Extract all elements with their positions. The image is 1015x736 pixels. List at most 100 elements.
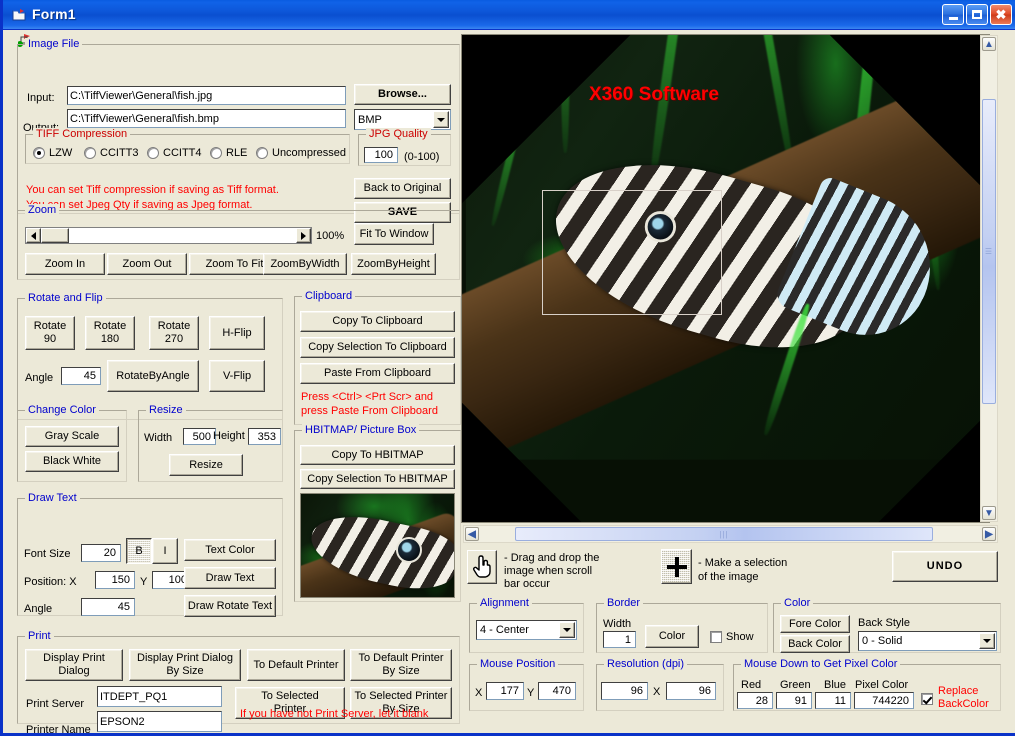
mouse-x-field[interactable]	[486, 682, 524, 700]
draw-rotate-text-button[interactable]: Draw Rotate Text	[184, 595, 276, 617]
copy-to-clipboard-button[interactable]: Copy To Clipboard	[300, 311, 455, 332]
back-color-button[interactable]: Back Color	[780, 635, 850, 653]
radio-lzw[interactable]: LZW	[33, 147, 72, 159]
rotate-270-label-1: Rotate	[158, 320, 190, 333]
rotate-by-angle-button[interactable]: RotateByAngle	[107, 360, 199, 392]
zoom-by-width-button[interactable]: ZoomByWidth	[263, 253, 347, 275]
radio-ccitt4[interactable]: CCITT4	[147, 147, 202, 159]
resize-height-field[interactable]	[248, 428, 281, 445]
zoom-by-height-button[interactable]: ZoomByHeight	[351, 253, 436, 275]
draw-text-button[interactable]: Draw Text	[184, 567, 276, 589]
resize-button[interactable]: Resize	[169, 454, 243, 476]
blue-label: Blue	[824, 679, 846, 691]
hand-cursor-sample	[467, 550, 497, 584]
zoom-slider-right-button[interactable]	[296, 228, 311, 243]
undo-button[interactable]: UNDO	[892, 551, 998, 582]
h-flip-button[interactable]: H-Flip	[209, 316, 265, 350]
resize-width-field[interactable]	[183, 428, 216, 445]
chevron-down-icon[interactable]	[559, 622, 575, 638]
browse-button[interactable]: Browse...	[354, 84, 451, 105]
green-label: Green	[780, 679, 811, 691]
copy-to-hbitmap-button[interactable]: Copy To HBITMAP	[300, 445, 455, 465]
bold-toggle-button[interactable]: B	[126, 538, 152, 564]
position-x-field[interactable]	[95, 571, 135, 589]
to-default-printer-button[interactable]: To Default Printer	[247, 649, 345, 681]
black-white-button[interactable]: Black White	[25, 451, 119, 472]
alignment-combo[interactable]: 4 - Center	[476, 620, 577, 640]
display-print-dialog-by-size-button[interactable]: Display Print Dialog By Size	[129, 649, 241, 681]
scroll-left-button[interactable]: ◀	[465, 527, 479, 541]
italic-toggle-button[interactable]: I	[152, 538, 178, 564]
paste-from-clipboard-button[interactable]: Paste From Clipboard	[300, 363, 455, 384]
copy-selection-to-hbitmap-button[interactable]: Copy Selection To HBITMAP	[300, 469, 455, 489]
viewer-vertical-scrollbar[interactable]: ▲ ☰ ▼	[980, 35, 998, 522]
hand-hint-line1: - Drag and drop the	[504, 552, 599, 564]
v-flip-button[interactable]: V-Flip	[209, 360, 265, 392]
zoom-slider-track[interactable]	[69, 228, 296, 243]
border-width-field[interactable]	[603, 631, 636, 648]
minimize-button[interactable]	[942, 4, 964, 25]
scroll-right-button[interactable]: ▶	[982, 527, 996, 541]
input-path-field[interactable]	[67, 86, 346, 105]
print-server-label: Print Server	[26, 698, 84, 710]
maximize-button[interactable]	[966, 4, 988, 25]
chevron-down-icon[interactable]	[433, 111, 449, 128]
display-print-dialog-button[interactable]: Display Print Dialog	[25, 649, 123, 681]
font-size-label: Font Size	[24, 548, 70, 560]
zoom-slider-left-button[interactable]	[26, 228, 41, 243]
output-format-combo[interactable]: BMP	[354, 109, 451, 130]
output-format-value: BMP	[358, 114, 382, 126]
text-color-button[interactable]: Text Color	[184, 539, 276, 561]
green-field[interactable]	[776, 692, 812, 709]
viewer-horizontal-scrollbar[interactable]: ◀ ||| ▶	[463, 525, 998, 543]
zoom-slider-thumb[interactable]	[41, 228, 69, 243]
rotate-angle-field[interactable]	[61, 367, 101, 385]
output-path-field[interactable]	[67, 109, 346, 128]
font-size-field[interactable]	[81, 544, 121, 562]
gray-scale-button[interactable]: Gray Scale	[25, 426, 119, 447]
back-style-combo[interactable]: 0 - Solid	[858, 631, 997, 651]
fit-to-window-button[interactable]: Fit To Window	[354, 223, 434, 245]
blue-field[interactable]	[815, 692, 851, 709]
cross-hint-line1: - Make a selection	[698, 557, 787, 569]
mouse-y-field[interactable]	[538, 682, 576, 700]
radio-uncompressed[interactable]: Uncompressed	[256, 147, 346, 159]
resolution-separator: X	[653, 686, 660, 698]
border-show-checkbox[interactable]: Show	[710, 631, 754, 643]
image-viewer[interactable]: X360 Software	[461, 34, 990, 523]
replace-backcolor-checkbox[interactable]	[921, 693, 937, 705]
back-style-value: 0 - Solid	[862, 635, 902, 647]
chevron-down-icon[interactable]	[979, 633, 995, 649]
horizontal-scroll-thumb[interactable]: |||	[515, 527, 933, 541]
close-button[interactable]: ✖	[990, 4, 1012, 25]
to-default-printer-by-size-button[interactable]: To Default Printer By Size	[350, 649, 452, 681]
zoom-in-button[interactable]: Zoom In	[25, 253, 105, 275]
border-color-button[interactable]: Color	[645, 625, 699, 648]
hand-icon	[472, 555, 492, 579]
zoom-slider[interactable]	[25, 227, 312, 244]
rotate-90-button[interactable]: Rotate 90	[25, 316, 75, 350]
back-to-original-button[interactable]: Back to Original	[354, 178, 451, 199]
rotate-180-button[interactable]: Rotate 180	[85, 316, 135, 350]
red-field[interactable]	[737, 692, 773, 709]
rotate-180-label-1: Rotate	[94, 320, 126, 333]
radio-rle[interactable]: RLE	[210, 147, 247, 159]
vertical-scroll-thumb[interactable]: ☰	[982, 99, 996, 404]
printer-name-field[interactable]	[97, 711, 222, 732]
image-viewer-canvas[interactable]: X360 Software	[462, 35, 989, 522]
fore-color-button[interactable]: Fore Color	[780, 615, 850, 633]
radio-rle-label: RLE	[226, 147, 247, 159]
draw-text-angle-field[interactable]	[81, 598, 135, 616]
copy-selection-to-clipboard-button[interactable]: Copy Selection To Clipboard	[300, 337, 455, 358]
scroll-up-button[interactable]: ▲	[982, 37, 996, 51]
radio-ccitt3[interactable]: CCITT3	[84, 147, 139, 159]
rotate-270-button[interactable]: Rotate 270	[149, 316, 199, 350]
resolution-y-field[interactable]	[666, 682, 716, 700]
scroll-down-button[interactable]: ▼	[982, 506, 996, 520]
jpg-quality-field[interactable]	[364, 147, 398, 163]
rotated-image-content	[466, 35, 989, 460]
pixel-color-field[interactable]	[854, 692, 914, 709]
print-server-field[interactable]	[97, 686, 222, 707]
resolution-x-field[interactable]	[601, 682, 648, 700]
zoom-out-button[interactable]: Zoom Out	[107, 253, 187, 275]
